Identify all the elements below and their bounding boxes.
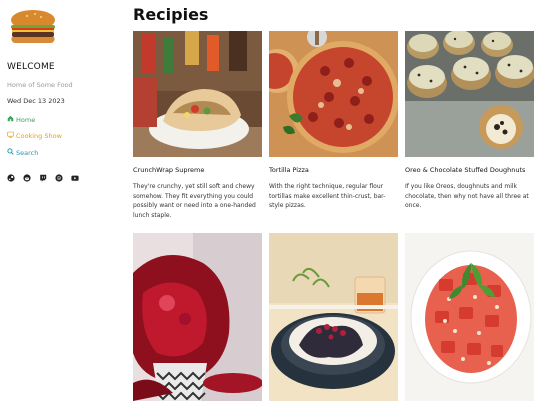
page-title: Recipies xyxy=(133,5,209,24)
recipe-description: They're crunchy, yet still soft and chew… xyxy=(133,183,256,219)
cherry-dessert-photo[interactable] xyxy=(133,233,262,401)
nav-search[interactable]: Search xyxy=(7,148,38,157)
recipe-card[interactable]: Oreo & Chocolate Stuffed Doughnuts If yo… xyxy=(405,31,534,211)
recipe-card[interactable] xyxy=(133,233,262,401)
pizza-photo[interactable] xyxy=(269,31,398,157)
recipe-card[interactable]: Tortilla Pizza With the right technique,… xyxy=(269,31,398,211)
recipe-description: If you like Oreos, doughnuts and milk ch… xyxy=(405,183,529,209)
nav-cooking-show[interactable]: Cooking Show xyxy=(7,131,62,140)
steam-icon[interactable] xyxy=(7,174,15,182)
spotify-icon[interactable] xyxy=(55,174,63,182)
tagline: Home of Some Food xyxy=(7,81,73,89)
social-links xyxy=(7,174,79,182)
plated-dessert-photo[interactable] xyxy=(269,233,398,401)
search-icon xyxy=(7,148,14,157)
tv-icon xyxy=(7,131,14,140)
current-date: Wed Dec 13 2023 xyxy=(7,97,65,105)
welcome-heading: WELCOME xyxy=(7,62,55,72)
nav-cooking-show-label: Cooking Show xyxy=(16,131,62,140)
crunchwrap-photo[interactable] xyxy=(133,31,262,157)
watermelon-salad-photo[interactable] xyxy=(405,233,534,401)
recipe-title[interactable]: Oreo & Chocolate Stuffed Doughnuts xyxy=(405,166,534,174)
burger-icon[interactable] xyxy=(7,8,59,46)
nav-home[interactable]: Home xyxy=(7,115,35,124)
recipe-title[interactable]: Tortilla Pizza xyxy=(269,166,398,174)
sidebar: WELCOME Home of Some Food Wed Dec 13 202… xyxy=(0,0,125,405)
nav-home-label: Home xyxy=(16,115,36,124)
recipe-title[interactable]: CrunchWrap Supreme xyxy=(133,166,262,174)
reddit-icon[interactable] xyxy=(23,174,31,182)
youtube-icon[interactable] xyxy=(71,174,79,182)
recipe-card[interactable] xyxy=(405,233,534,401)
twitch-icon[interactable] xyxy=(39,174,47,182)
doughnuts-photo[interactable] xyxy=(405,31,534,157)
home-icon xyxy=(7,115,14,124)
nav-search-label: Search xyxy=(16,148,39,157)
recipe-description: With the right technique, regular flour … xyxy=(269,183,386,209)
recipe-card[interactable]: CrunchWrap Supreme They're crunchy, yet … xyxy=(133,31,262,220)
recipe-card[interactable] xyxy=(269,233,398,401)
